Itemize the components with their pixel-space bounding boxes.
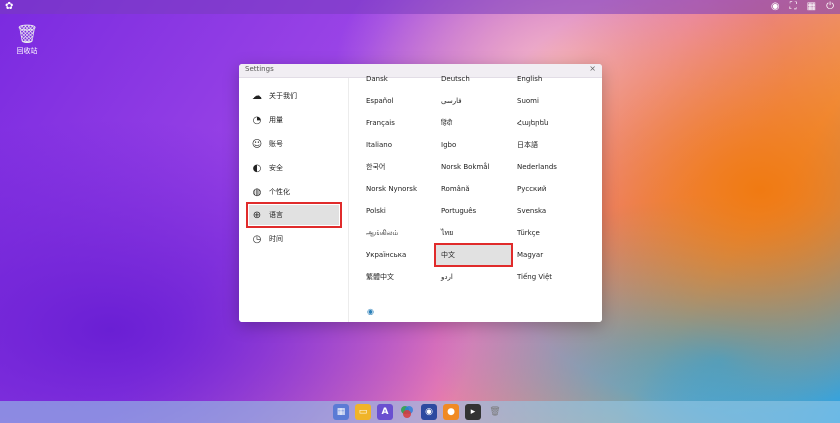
sidebar-item-account[interactable]: ☺ 账号 [249,134,339,154]
system-menu-icon[interactable]: ✿ [5,1,13,12]
text-editor-icon[interactable]: A [377,404,393,420]
language-option[interactable]: 한국어 [366,157,385,177]
shield-icon: ◐ [252,162,262,174]
sidebar-item-label: 用量 [269,116,283,124]
language-option[interactable]: English [517,69,542,89]
globe-icon[interactable]: ◉ [367,307,374,316]
palette-icon: ◍ [252,186,262,198]
sidebar-item-label: 个性化 [269,188,290,196]
language-option[interactable]: Dansk [366,69,388,89]
grid-icon[interactable]: ▦ [807,0,816,14]
language-option[interactable]: Українська [366,245,406,265]
desktop-trash-label: 回收站 [16,47,38,55]
language-list: Dansk Deutsch English Español فارسی Suom… [349,75,602,322]
sidebar-item-label: 语言 [269,211,283,219]
language-option[interactable]: Suomi [517,91,539,111]
sidebar-item-label: 时间 [269,235,283,243]
language-option[interactable]: ஆங்கிலம் [366,223,398,243]
network-icon[interactable]: ◉ [771,0,780,14]
terminal-icon[interactable]: ▸ [465,404,481,420]
sidebar-item-usage[interactable]: ◔ 用量 [249,110,339,130]
language-option[interactable]: اردو [441,267,453,287]
language-option[interactable]: ไทย [441,223,453,243]
language-option[interactable]: فارسی [441,91,462,111]
sidebar-item-about[interactable]: ☁ 关于我们 [249,86,339,106]
gauge-icon: ◔ [252,114,262,126]
globe-icon: ⊕ [252,209,262,221]
files-icon[interactable]: ▭ [355,404,371,420]
dock: ▦ ▭ A ◉ ● ▸ 🗑 [0,401,840,423]
language-option[interactable]: 日本語 [517,135,538,155]
window-titlebar[interactable]: Settings × [239,64,602,78]
language-option[interactable]: Français [366,113,395,133]
window-title: Settings [245,65,274,73]
settings-sidebar: ☁ 关于我们 ◔ 用量 ☺ 账号 ◐ 安全 ◍ 个性化 ⊕ 语言 ◷ 时间 [239,78,349,322]
trash-icon: 🗑 [15,24,39,45]
sidebar-item-security[interactable]: ◐ 安全 [249,158,339,178]
screenshot-icon[interactable]: ⛶ [790,0,797,14]
language-option[interactable]: 繁體中文 [366,267,394,287]
language-option[interactable]: Português [441,201,476,221]
trash-icon[interactable]: 🗑 [487,404,503,420]
language-option[interactable]: Polski [366,201,386,221]
language-option[interactable]: Русский [517,179,546,199]
language-option[interactable]: Igbo [441,135,456,155]
language-option[interactable]: Español [366,91,393,111]
about-icon: ☁ [252,90,262,102]
sidebar-item-label: 关于我们 [269,92,297,100]
language-option[interactable]: हिंदी [441,113,452,133]
sidebar-item-label: 安全 [269,164,283,172]
sidebar-item-language[interactable]: ⊕ 语言 [246,202,342,228]
language-option-selected[interactable]: 中文 [434,243,513,267]
sidebar-item-time[interactable]: ◷ 时间 [249,229,339,249]
launcher-icon[interactable]: ▦ [333,404,349,420]
language-option[interactable]: Deutsch [441,69,470,89]
sidebar-item-label: 账号 [269,140,283,148]
app-store-icon[interactable] [399,404,415,420]
language-option[interactable]: Română [441,179,470,199]
language-option[interactable]: Norsk Bokmål [441,157,490,177]
language-option[interactable]: Magyar [517,245,543,265]
desktop-trash[interactable]: 🗑 回收站 [14,24,40,56]
language-option[interactable]: Italiano [366,135,392,155]
browser-icon[interactable]: ◉ [421,404,437,420]
recorder-icon[interactable]: ● [443,404,459,420]
power-icon[interactable]: ⏻ [826,0,834,14]
language-option[interactable]: Tiếng Việt [517,267,552,287]
clock-icon: ◷ [252,233,262,245]
language-option[interactable]: Türkçe [517,223,540,243]
language-option[interactable]: Հայերեն [517,113,548,133]
tray-icons: ◉ ⛶ ▦ ⏻ [771,0,834,14]
top-panel: ✿ ◉ ⛶ ▦ ⏻ [0,0,840,14]
language-option[interactable]: Svenska [517,201,546,221]
settings-window: Settings × ☁ 关于我们 ◔ 用量 ☺ 账号 ◐ 安全 ◍ 个性化 ⊕… [239,64,602,322]
sidebar-item-personalization[interactable]: ◍ 个性化 [249,182,339,202]
language-option[interactable]: Norsk Nynorsk [366,179,417,199]
close-icon[interactable]: × [589,64,596,73]
user-icon: ☺ [251,138,263,150]
language-option[interactable]: Nederlands [517,157,557,177]
